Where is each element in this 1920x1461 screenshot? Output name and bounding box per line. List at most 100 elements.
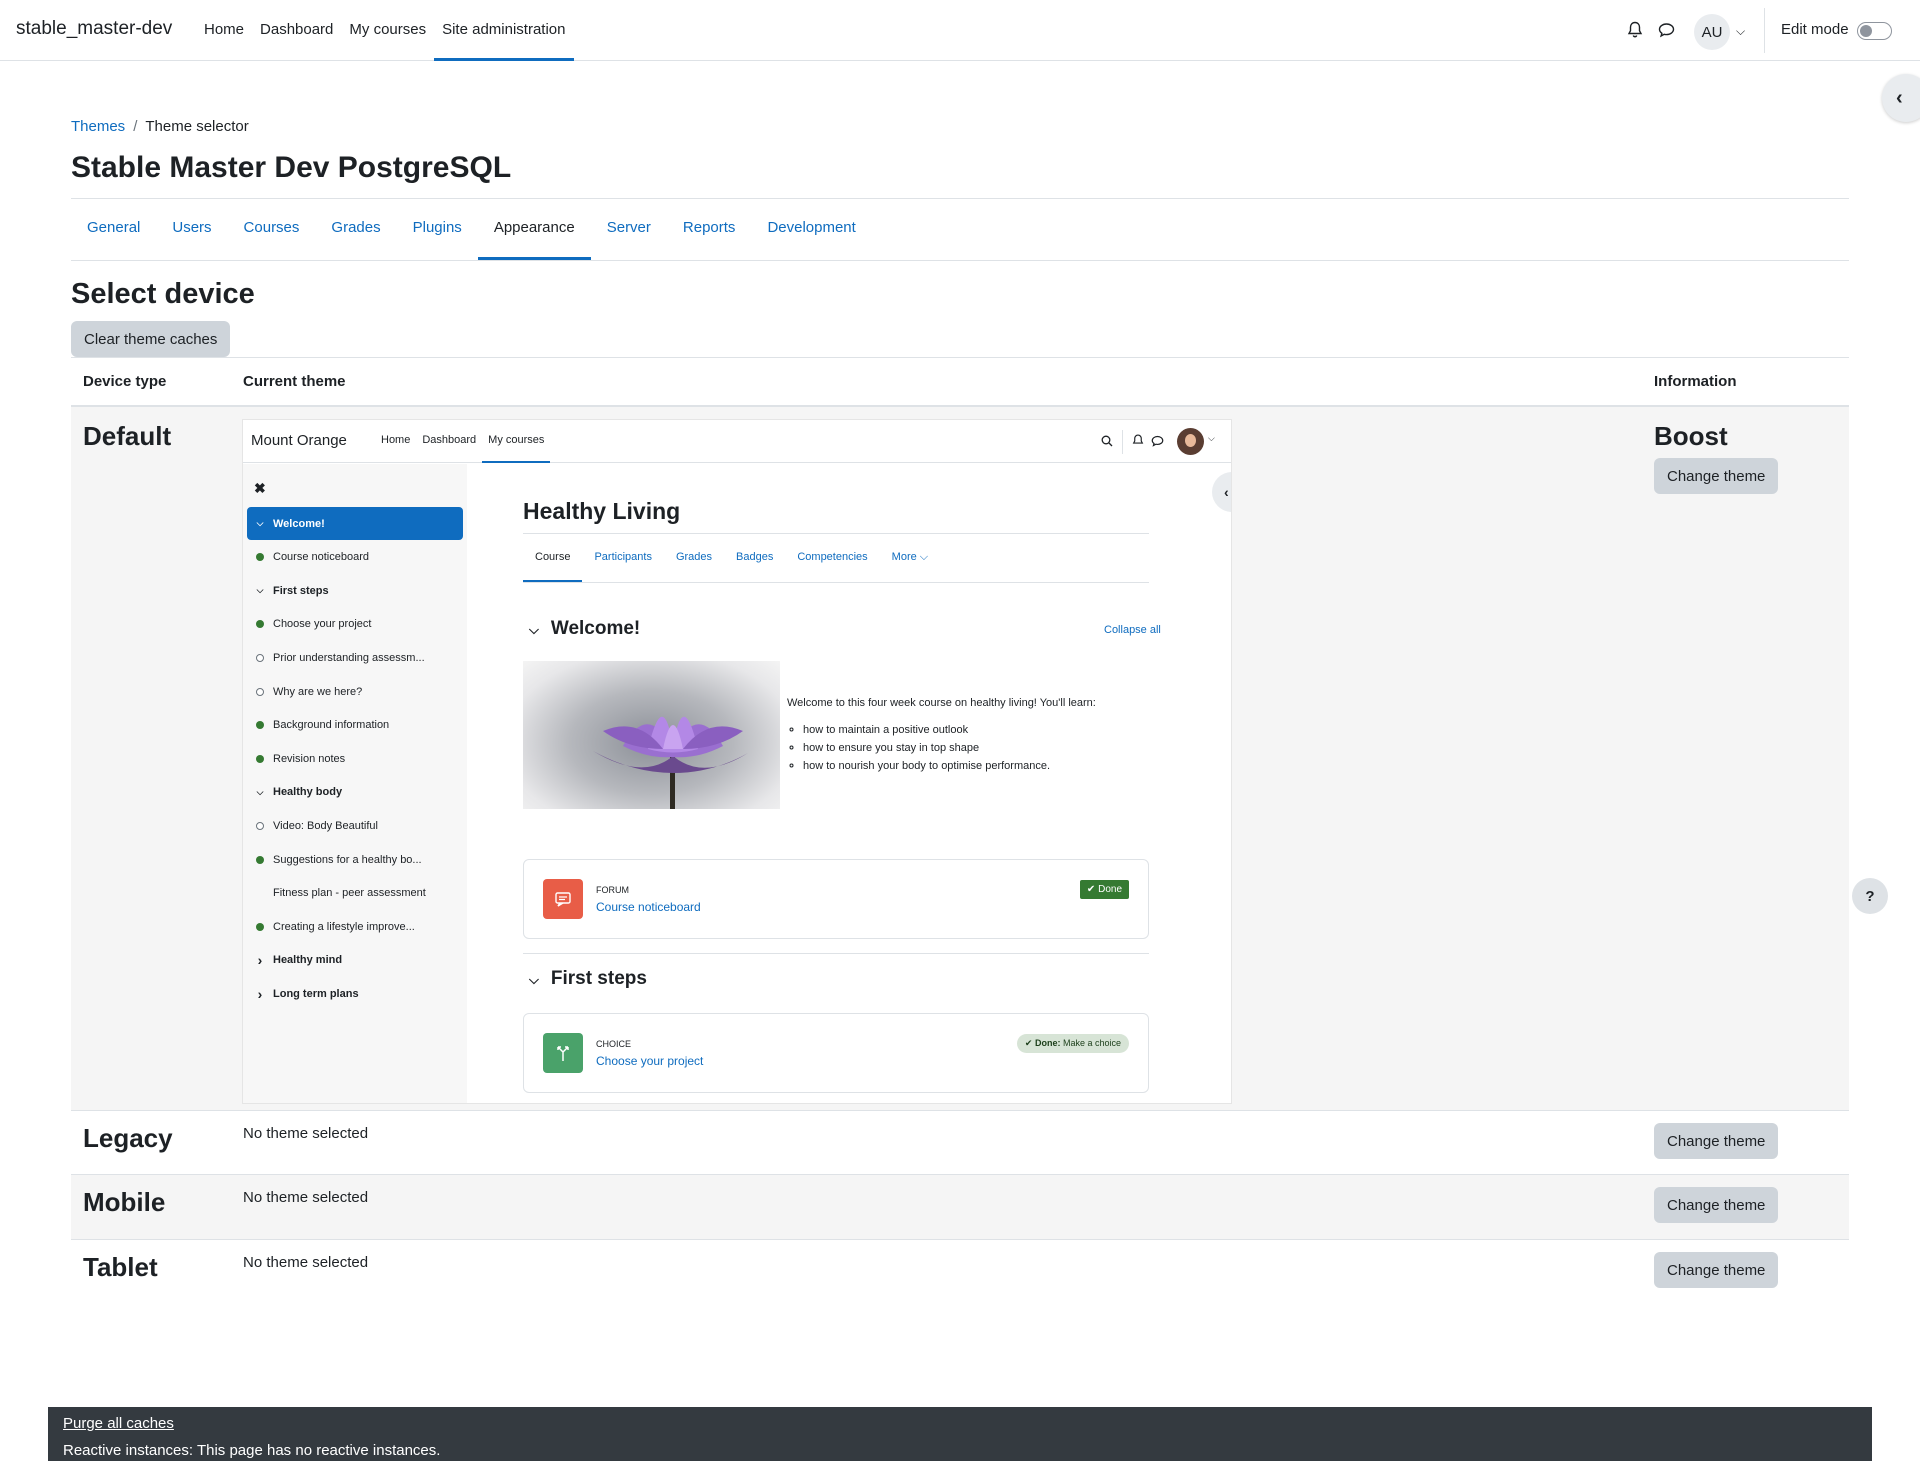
choice-icon [543,1033,583,1073]
completion-dot-icon [255,721,265,730]
preview-tab-competencies: Competencies [797,551,868,563]
page-title: Stable Master Dev PostgreSQL [71,151,512,184]
device-type-label: Default [83,421,172,451]
preview-collapse-all: Collapse all [1104,624,1161,636]
preview-course-index-label: Creating a lifestyle improve... [273,920,415,933]
user-menu-chevron-down-icon[interactable]: ⌵ [1736,24,1745,39]
tab-development[interactable]: Development [751,199,871,260]
preview-section-divider [523,953,1149,954]
page-footer: Purge all caches Reactive instances: Thi… [48,1407,1872,1461]
incomplete-circle-icon [255,821,265,830]
preview-course-index-item: › Long term plans [247,977,463,1010]
preview-messages-icon [1151,435,1164,447]
current-theme-text: No theme selected [243,1254,369,1271]
device-type-label: Mobile [83,1187,166,1217]
nav-my-courses[interactable]: My courses [341,0,434,61]
preview-user-avatar [1177,428,1204,455]
preview-course-intro: Welcome to this four week course on heal… [787,697,1096,709]
preview-course-title: Healthy Living [523,498,681,524]
section-heading: Select device [71,278,255,310]
preview-chevron-down-icon: ⌵ [529,622,539,637]
change-theme-button-tablet[interactable]: Change theme [1654,1252,1779,1288]
list-item: how to ensure you stay in top shape [803,742,1050,760]
nav-dashboard[interactable]: Dashboard [252,0,341,61]
admin-secondary-navigation: General Users Courses Grades Plugins App… [71,199,872,260]
preview-course-index-label: Welcome! [273,517,325,530]
preview-section-first-steps-title: First steps [550,968,647,989]
tab-grades[interactable]: Grades [315,199,396,260]
preview-course-index-item: Course noticeboard [247,541,463,574]
preview-tab-badges: Badges [736,551,774,563]
preview-tab-more-label: More [891,551,917,563]
breadcrumb-current: Theme selector [145,118,249,135]
preview-tab-grades: Grades [675,551,713,563]
preview-course-index-label: Fitness plan - peer assessment [273,887,426,900]
preview-tabs-divider [523,582,1149,583]
preview-course-index-item: Prior understanding assessm... [247,641,463,674]
navbar-divider [1764,8,1765,53]
list-item: how to nourish your body to optimise per… [803,760,1050,778]
nav-site-administration[interactable]: Site administration [434,0,574,61]
chevron-down-icon: ⌵ [256,518,264,528]
header-current-theme: Current theme [243,373,346,390]
preview-course-index-label: Healthy body [273,786,343,799]
preview-choice-activity: CHOICE Choose your project ✔ Done: Make … [523,1013,1149,1093]
device-type-label: Tablet [83,1252,158,1282]
preview-course-index-item: Background information [247,709,463,742]
preview-course-index-item: ⌵ First steps [247,574,463,607]
chevron-right-icon: › [257,952,263,969]
change-theme-button-legacy[interactable]: Change theme [1654,1123,1779,1159]
theme-screenshot-preview: Mount Orange Home Dashboard My courses ⌵… [242,419,1232,1104]
preview-divider [1122,430,1123,454]
table-row-tablet: Tablet No theme selected Change theme [71,1240,1849,1304]
preview-close-icon: ✖ [254,480,266,496]
completion-dot-icon [255,754,265,763]
preview-course-index-item: › Healthy mind [247,944,463,977]
messages-icon[interactable] [1654,18,1678,42]
chevron-right-icon: › [257,985,263,1002]
tab-plugins[interactable]: Plugins [397,199,478,260]
site-brand[interactable]: stable_master-dev [16,18,172,40]
edit-mode-toggle[interactable] [1857,22,1892,40]
chevron-down-icon: ⌵ [256,786,264,797]
preview-nav-links: Home Dashboard My courses [375,420,551,463]
nav-home[interactable]: Home [196,0,252,61]
breadcrumb-themes-link[interactable]: Themes [71,118,125,135]
preview-course-index-label: Video: Body Beautiful [273,819,378,832]
preview-navbar: Mount Orange Home Dashboard My courses ⌵ [243,420,1231,463]
change-theme-button-default[interactable]: Change theme [1654,458,1779,494]
preview-next-activity [523,1103,1149,1104]
breadcrumb-separator: / [133,118,138,135]
tab-general[interactable]: General [71,199,156,260]
completion-badge-bold: Done: [1034,1038,1061,1048]
completion-badge: ✔ Done [1079,880,1129,899]
tab-courses[interactable]: Courses [228,199,316,260]
preview-course-tabs: Course Participants Grades Badges Compet… [523,534,940,582]
help-question-icon[interactable]: ? [1852,878,1888,914]
block-drawer-chevron-left-icon[interactable]: ‹ [1882,74,1920,122]
preview-course-index-item: Suggestions for a healthy bo... [247,843,463,876]
change-theme-button-mobile[interactable]: Change theme [1654,1187,1779,1223]
preview-brand: Mount Orange [251,432,347,449]
preview-course-index-label: Background information [273,719,390,732]
purge-all-caches-link[interactable]: Purge all caches [63,1415,174,1432]
tab-reports[interactable]: Reports [667,199,752,260]
preview-course-index-item: Why are we here? [247,675,463,708]
activity-type: CHOICE [596,1039,632,1049]
clear-theme-caches-button[interactable]: Clear theme caches [71,321,231,357]
tab-server[interactable]: Server [591,199,667,260]
current-theme-text: No theme selected [243,1125,369,1142]
preview-course-index-item: Choose your project [247,608,463,641]
activity-name: Course noticeboard [596,900,701,914]
tab-users[interactable]: Users [156,199,227,260]
device-type-label: Legacy [83,1123,173,1153]
chevron-down-icon: ⌵ [256,585,264,596]
preview-course-index-item: Video: Body Beautiful [247,809,463,842]
notification-bell-icon[interactable] [1623,18,1647,42]
table-header: Device type Current theme Information [71,357,1849,407]
preview-chevron-down-icon: ⌵ [529,972,539,987]
tab-appearance[interactable]: Appearance [477,199,591,260]
user-avatar[interactable]: AU [1694,14,1730,50]
preview-section-first-steps: ⌵ First steps [529,968,647,990]
preview-course-index-item: Revision notes [247,742,463,775]
